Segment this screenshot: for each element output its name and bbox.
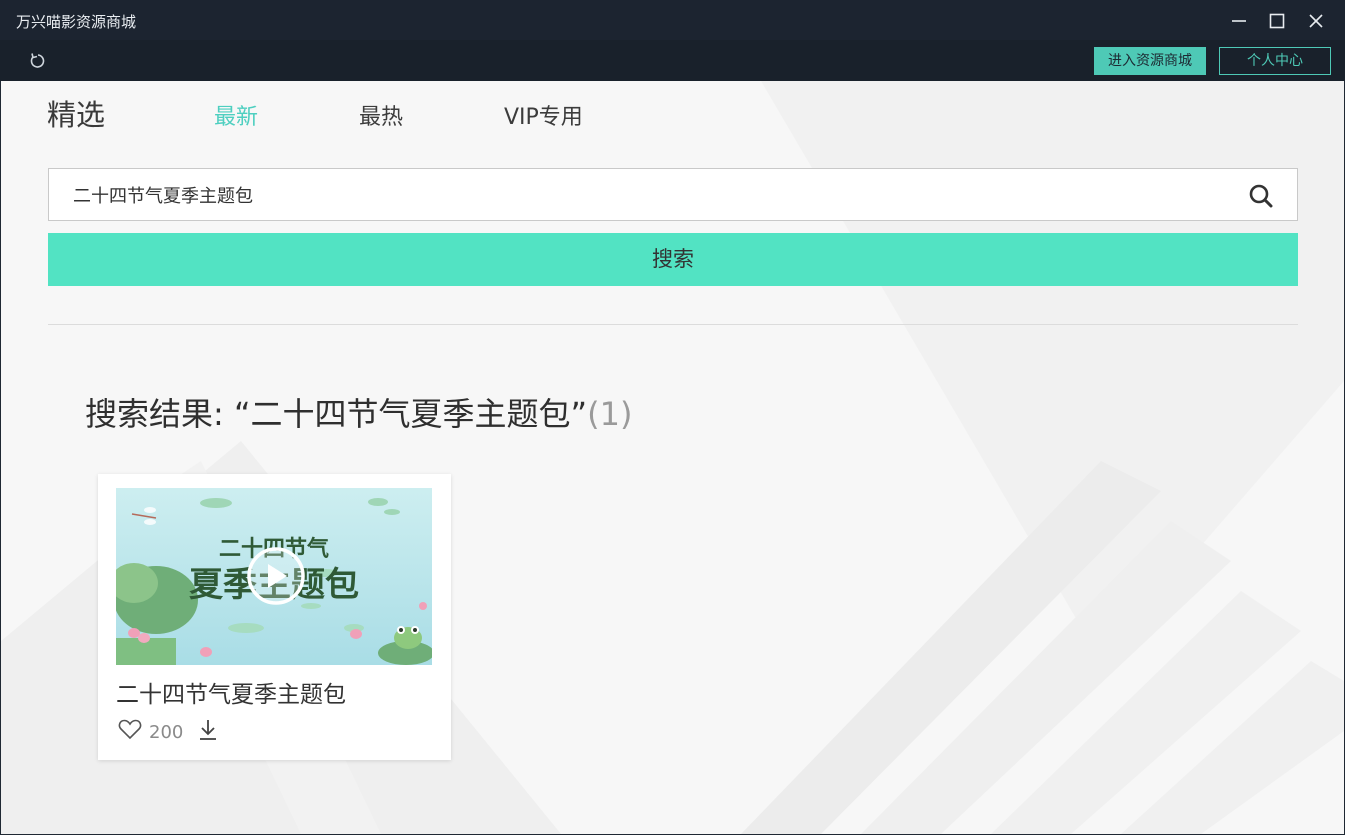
like-count: 200 bbox=[149, 722, 184, 743]
maximize-button[interactable] bbox=[1264, 8, 1290, 34]
user-center-button[interactable]: 个人中心 bbox=[1219, 47, 1331, 75]
download-icon[interactable] bbox=[198, 718, 218, 742]
close-icon bbox=[1309, 14, 1323, 28]
heart-icon[interactable] bbox=[118, 718, 142, 740]
search-button[interactable]: 搜索 bbox=[48, 233, 1298, 286]
card-thumbnail[interactable]: 二十四节气 夏季主题包 bbox=[116, 488, 432, 665]
search-icon[interactable] bbox=[1248, 183, 1274, 209]
toolbar: 进入资源商城 个人中心 bbox=[0, 40, 1345, 81]
results-prefix: 搜索结果: bbox=[85, 395, 234, 433]
refresh-icon bbox=[30, 53, 45, 68]
results-heading: 搜索结果: “二十四节气夏季主题包”(1) bbox=[85, 389, 632, 435]
main-content: 精选 最新 最热 VIP专用 搜索 搜索结果: “二十四节气夏季主题包”(1) bbox=[1, 81, 1344, 834]
title-bar: 万兴喵影资源商城 bbox=[0, 0, 1345, 40]
refresh-button[interactable] bbox=[28, 51, 48, 71]
window-title: 万兴喵影资源商城 bbox=[16, 13, 137, 31]
minimize-icon bbox=[1232, 20, 1246, 22]
search-input[interactable] bbox=[73, 169, 1223, 220]
results-count: (1) bbox=[587, 395, 633, 433]
tab-latest[interactable]: 最新 bbox=[214, 99, 258, 131]
tab-vip[interactable]: VIP专用 bbox=[504, 99, 583, 131]
enter-store-button[interactable]: 进入资源商城 bbox=[1094, 47, 1206, 75]
results-query: “二十四节气夏季主题包” bbox=[233, 395, 588, 433]
card-title[interactable]: 二十四节气夏季主题包 bbox=[116, 675, 346, 709]
result-card[interactable]: 二十四节气 夏季主题包 二十四节气夏季主题包 200 bbox=[98, 474, 451, 760]
minimize-button[interactable] bbox=[1226, 8, 1252, 34]
search-box bbox=[48, 168, 1298, 221]
close-button[interactable] bbox=[1303, 8, 1329, 34]
divider bbox=[48, 324, 1298, 325]
section-title-featured: 精选 bbox=[47, 98, 106, 132]
maximize-icon bbox=[1269, 13, 1285, 29]
tab-hot[interactable]: 最热 bbox=[359, 99, 403, 131]
